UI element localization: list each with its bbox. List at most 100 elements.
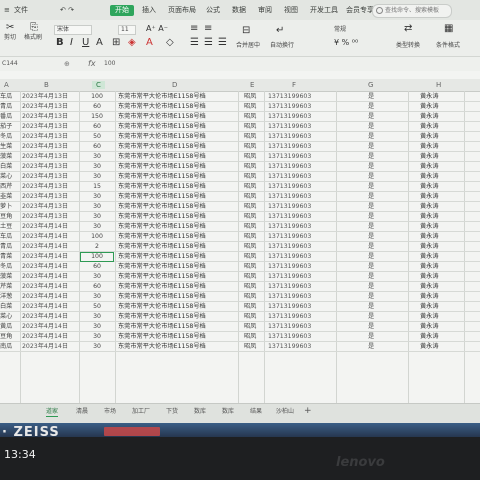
cell-contact[interactable]: 昭凤	[244, 132, 262, 141]
cell-name[interactable]: 菠菜	[0, 272, 20, 281]
cell-contact[interactable]: 昭凤	[244, 152, 262, 161]
merge-center-button[interactable]: 合并居中	[236, 42, 260, 50]
table-row[interactable]: 冬瓜 2023年4月14日 60 东莞市常平大伦市场E1158号档 昭凤 13713199…	[0, 262, 480, 272]
cell-address[interactable]: 东莞市常平大伦市场E1158号档	[118, 332, 236, 341]
cell-handler[interactable]: 黄永涛	[420, 242, 454, 251]
cell-name[interactable]: 南瓜	[0, 342, 20, 351]
cell-handler[interactable]: 黄永涛	[420, 222, 454, 231]
cell-phone[interactable]: 13713199603	[268, 312, 334, 321]
cell-handler[interactable]: 黄永涛	[420, 182, 454, 191]
cell-quantity[interactable]: 30	[80, 222, 114, 231]
wrap-text-icon[interactable]: ↵	[276, 26, 284, 36]
align-left-icon[interactable]: ☰	[190, 38, 199, 48]
cell-handler[interactable]: 黄永涛	[420, 142, 454, 151]
cell-address[interactable]: 东莞市常平大伦市场E1158号档	[118, 222, 236, 231]
cell-phone[interactable]: 13713199603	[268, 272, 334, 281]
col-header-g[interactable]: G	[368, 81, 373, 89]
table-row[interactable]: 土豆 2023年4月14日 30 东莞市常平大伦市场E1158号档 昭凤 13713199…	[0, 222, 480, 232]
cell-phone[interactable]: 13713199603	[268, 102, 334, 111]
cell-quantity[interactable]: 2	[80, 242, 114, 251]
cell-name[interactable]: 土豆	[0, 222, 20, 231]
table-row[interactable]: 韭菜 2023年4月13日 30 东莞市常平大伦市场E1158号档 昭凤 13713199…	[0, 192, 480, 202]
cell-handler[interactable]: 黄永涛	[420, 272, 454, 281]
cell-phone[interactable]: 13713199603	[268, 132, 334, 141]
cell-address[interactable]: 东莞市常平大伦市场E1158号档	[118, 152, 236, 161]
cell-quantity[interactable]: 50	[80, 302, 114, 311]
cell-phone[interactable]: 13713199603	[268, 92, 334, 101]
cell-date[interactable]: 2023年4月14日	[22, 292, 78, 301]
cell-date[interactable]: 2023年4月14日	[22, 342, 78, 351]
sheet-tab-2[interactable]: 清晨	[76, 408, 88, 416]
cell-handler[interactable]: 黄永涛	[420, 312, 454, 321]
cell-contact[interactable]: 昭凤	[244, 242, 262, 251]
cell-date[interactable]: 2023年4月14日	[22, 262, 78, 271]
cell-address[interactable]: 东莞市常平大伦市场E1158号档	[118, 92, 236, 101]
table-row[interactable]: 菜心 2023年4月13日 30 东莞市常平大伦市场E1158号档 昭凤 13713199…	[0, 172, 480, 182]
underline-icon[interactable]: U	[82, 38, 89, 48]
cell-contact[interactable]: 昭凤	[244, 112, 262, 121]
cell-quantity[interactable]: 30	[80, 202, 114, 211]
zoom-icon[interactable]: ⊕	[64, 60, 70, 68]
cell-confirmed[interactable]: 是	[368, 242, 382, 251]
cell-date[interactable]: 2023年4月13日	[22, 102, 78, 111]
menu-tab-layout[interactable]: 页面布局	[168, 6, 196, 15]
cell-contact[interactable]: 昭凤	[244, 122, 262, 131]
cell-name[interactable]: 冬瓜	[0, 132, 20, 141]
menu-tab-view[interactable]: 视图	[284, 6, 298, 15]
cell-quantity[interactable]: 30	[80, 322, 114, 331]
cell-handler[interactable]: 黄永涛	[420, 192, 454, 201]
cut-label[interactable]: 剪切	[4, 34, 16, 42]
cell-handler[interactable]: 黄永涛	[420, 232, 454, 241]
cell-phone[interactable]: 13713199603	[268, 212, 334, 221]
sheet-tab-6[interactable]: 数库	[194, 408, 206, 416]
table-row[interactable]: 冬瓜 2023年4月13日 50 东莞市常平大伦市场E1158号档 昭凤 13713199…	[0, 132, 480, 142]
font-size-select[interactable]: 11	[118, 25, 136, 35]
col-header-e[interactable]: E	[250, 81, 254, 89]
type-convert-button[interactable]: 类型转换	[396, 42, 420, 50]
cell-confirmed[interactable]: 是	[368, 192, 382, 201]
cell-phone[interactable]: 13713199603	[268, 122, 334, 131]
menu-tab-undo[interactable]: ↶ ↷	[60, 6, 74, 15]
table-row[interactable]: 芹菜 2023年4月14日 60 东莞市常平大伦市场E1158号档 昭凤 13713199…	[0, 282, 480, 292]
cell-contact[interactable]: 昭凤	[244, 182, 262, 191]
cell-confirmed[interactable]: 是	[368, 202, 382, 211]
cell-confirmed[interactable]: 是	[368, 92, 382, 101]
cell-quantity[interactable]: 30	[80, 152, 114, 161]
cell-handler[interactable]: 黄永涛	[420, 302, 454, 311]
clear-format-icon[interactable]: ◇	[166, 38, 174, 48]
cell-phone[interactable]: 13713199603	[268, 152, 334, 161]
cell-confirmed[interactable]: 是	[368, 142, 382, 151]
cell-phone[interactable]: 13713199603	[268, 332, 334, 341]
cell-quantity[interactable]: 30	[80, 162, 114, 171]
col-header-c[interactable]: C	[92, 81, 105, 89]
cell-confirmed[interactable]: 是	[368, 322, 382, 331]
cell-contact[interactable]: 昭凤	[244, 332, 262, 341]
cell-name[interactable]: 芹菜	[0, 282, 20, 291]
col-header-h[interactable]: H	[436, 81, 441, 89]
cell-quantity[interactable]: 50	[80, 132, 114, 141]
table-row[interactable]: 车瓜 2023年4月14日 100 东莞市常平大伦市场E1158号档 昭凤 1371319…	[0, 232, 480, 242]
cell-confirmed[interactable]: 是	[368, 172, 382, 181]
cell-contact[interactable]: 昭凤	[244, 102, 262, 111]
bold-icon[interactable]: B	[56, 38, 64, 48]
cell-contact[interactable]: 昭凤	[244, 222, 262, 231]
sheet-tab-3[interactable]: 市场	[104, 408, 116, 416]
cell-address[interactable]: 东莞市常平大伦市场E1158号档	[118, 242, 236, 251]
number-format-select[interactable]: 常规	[334, 26, 346, 34]
font-family-select[interactable]: 宋体	[54, 25, 93, 35]
cell-quantity[interactable]: 30	[80, 272, 114, 281]
conditional-format-button[interactable]: 条件格式	[436, 42, 460, 50]
table-row[interactable]: 茄子 2023年4月13日 60 东莞市常平大伦市场E1158号档 昭凤 13713199…	[0, 122, 480, 132]
cell-contact[interactable]: 昭凤	[244, 212, 262, 221]
table-row[interactable]: 豆角 2023年4月13日 30 东莞市常平大伦市场E1158号档 昭凤 13713199…	[0, 212, 480, 222]
cell-handler[interactable]: 黄永涛	[420, 202, 454, 211]
grow-font-icon[interactable]: A⁺ A⁻	[146, 24, 168, 34]
cell-quantity[interactable]: 100	[80, 92, 114, 101]
cell-name[interactable]: 番瓜	[0, 112, 20, 121]
cell-quantity[interactable]: 30	[80, 212, 114, 221]
cell-name[interactable]: 车瓜	[0, 92, 20, 101]
cell-name[interactable]: 豆角	[0, 212, 20, 221]
cell-phone[interactable]: 13713199603	[268, 192, 334, 201]
cell-phone[interactable]: 13713199603	[268, 142, 334, 151]
cell-contact[interactable]: 昭凤	[244, 272, 262, 281]
